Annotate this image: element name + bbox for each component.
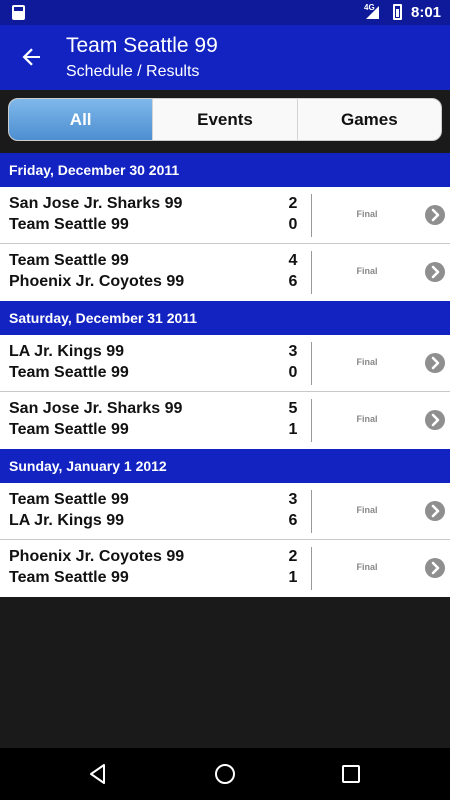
date-header: Friday, December 30 2011 bbox=[0, 153, 450, 187]
divider bbox=[311, 399, 312, 442]
game-row[interactable]: LA Jr. Kings 99 Team Seattle 99 3 0 Fina… bbox=[0, 335, 450, 392]
team-name: Team Seattle 99 bbox=[9, 364, 129, 381]
divider bbox=[311, 194, 312, 237]
game-status: Final bbox=[356, 357, 378, 367]
team-score: 1 bbox=[288, 569, 298, 586]
team-name: San Jose Jr. Sharks 99 bbox=[9, 195, 183, 212]
nav-home-button[interactable] bbox=[213, 762, 237, 786]
team-score: 1 bbox=[288, 421, 298, 438]
team-score: 4 bbox=[288, 252, 298, 269]
status-bar: 4G 8:01 bbox=[0, 0, 450, 25]
team-name: Team Seattle 99 bbox=[9, 569, 129, 586]
game-row[interactable]: San Jose Jr. Sharks 99 Team Seattle 99 5… bbox=[0, 392, 450, 449]
tab-events[interactable]: Events bbox=[152, 99, 296, 140]
game-row[interactable]: Phoenix Jr. Coyotes 99 Team Seattle 99 2… bbox=[0, 540, 450, 597]
filter-segmented-control: All Events Games bbox=[8, 98, 442, 141]
system-navigation-bar bbox=[0, 748, 450, 800]
nav-recents-button[interactable] bbox=[339, 762, 363, 786]
team-name: Team Seattle 99 bbox=[9, 491, 129, 508]
divider bbox=[311, 490, 312, 533]
arrow-back-icon bbox=[22, 48, 40, 66]
divider bbox=[311, 547, 312, 590]
game-status: Final bbox=[356, 414, 378, 424]
chevron-right-circle-icon[interactable] bbox=[425, 558, 445, 578]
game-status: Final bbox=[356, 562, 378, 572]
tab-all[interactable]: All bbox=[9, 99, 153, 140]
date-header: Saturday, December 31 2011 bbox=[0, 301, 450, 335]
sd-card-icon bbox=[12, 5, 25, 20]
page-subtitle: Schedule / Results bbox=[66, 63, 200, 80]
divider bbox=[311, 251, 312, 294]
team-name: Team Seattle 99 bbox=[9, 216, 129, 233]
chevron-right-circle-icon[interactable] bbox=[425, 262, 445, 282]
team-score: 0 bbox=[288, 364, 298, 381]
game-row[interactable]: Team Seattle 99 LA Jr. Kings 99 3 6 Fina… bbox=[0, 483, 450, 540]
team-name: Phoenix Jr. Coyotes 99 bbox=[9, 548, 185, 565]
game-status: Final bbox=[356, 505, 378, 515]
game-row[interactable]: San Jose Jr. Sharks 99 Team Seattle 99 2… bbox=[0, 187, 450, 244]
network-type: 4G bbox=[364, 3, 375, 12]
date-header: Sunday, January 1 2012 bbox=[0, 449, 450, 483]
back-button[interactable] bbox=[18, 43, 46, 71]
chevron-right-circle-icon[interactable] bbox=[425, 410, 445, 430]
chevron-right-circle-icon[interactable] bbox=[425, 501, 445, 521]
tab-games[interactable]: Games bbox=[296, 99, 441, 140]
game-row[interactable]: Team Seattle 99 Phoenix Jr. Coyotes 99 4… bbox=[0, 244, 450, 301]
game-status: Final bbox=[356, 209, 378, 219]
clock: 8:01 bbox=[411, 4, 442, 21]
divider bbox=[311, 342, 312, 385]
circle-home-icon bbox=[215, 764, 235, 784]
triangle-back-icon bbox=[90, 764, 105, 784]
team-score: 3 bbox=[288, 491, 298, 508]
battery-icon bbox=[393, 4, 402, 20]
schedule-list: Friday, December 30 2011 San Jose Jr. Sh… bbox=[0, 153, 450, 597]
team-score: 6 bbox=[288, 512, 298, 529]
team-score: 0 bbox=[288, 216, 298, 233]
page-title: Team Seattle 99 bbox=[66, 34, 218, 57]
team-score: 6 bbox=[288, 273, 298, 290]
chevron-right-circle-icon[interactable] bbox=[425, 205, 445, 225]
team-score: 5 bbox=[288, 400, 298, 417]
square-recents-icon bbox=[342, 765, 360, 783]
team-score: 2 bbox=[288, 548, 298, 565]
nav-back-button[interactable] bbox=[86, 762, 110, 786]
chevron-right-circle-icon[interactable] bbox=[425, 353, 445, 373]
team-name: LA Jr. Kings 99 bbox=[9, 343, 124, 360]
app-bar: Team Seattle 99 Schedule / Results bbox=[0, 25, 450, 90]
filter-bar: All Events Games bbox=[0, 90, 450, 153]
team-score: 3 bbox=[288, 343, 298, 360]
team-name: LA Jr. Kings 99 bbox=[9, 512, 124, 529]
team-name: Phoenix Jr. Coyotes 99 bbox=[9, 273, 185, 290]
team-name: Team Seattle 99 bbox=[9, 252, 129, 269]
game-status: Final bbox=[356, 266, 378, 276]
team-name: Team Seattle 99 bbox=[9, 421, 129, 438]
team-name: San Jose Jr. Sharks 99 bbox=[9, 400, 183, 417]
team-score: 2 bbox=[288, 195, 298, 212]
